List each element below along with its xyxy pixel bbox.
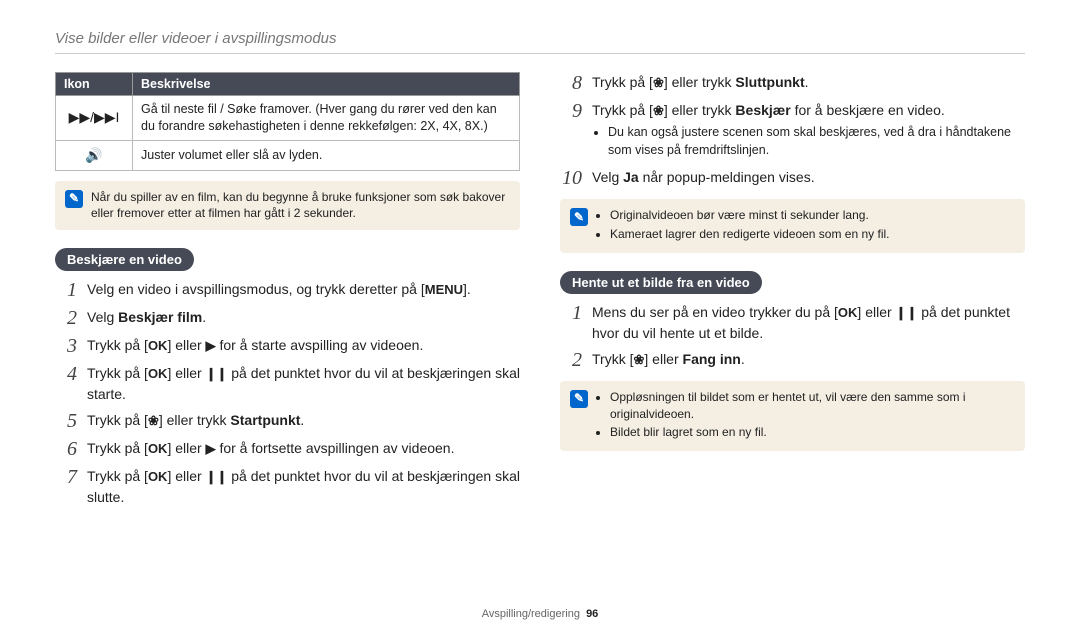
section-label-capture: Hente ut et bilde fra en video	[560, 271, 762, 294]
note-item: Bildet blir lagret som en ny fil.	[610, 424, 1015, 441]
play-icon: ▶	[206, 337, 216, 356]
step-body: Velg en video i avspillingsmodus, og try…	[87, 279, 520, 300]
step-number: 9	[560, 100, 582, 122]
ok-button-icon: OK	[148, 468, 168, 487]
step-number: 1	[55, 279, 77, 301]
note-item: Kameraet lagrer den redigerte videoen so…	[610, 226, 890, 243]
step-number: 6	[55, 438, 77, 460]
note-icon: ✎	[65, 190, 83, 208]
macro-button-icon: ❀	[653, 74, 664, 93]
step-body: Trykk på [OK] eller ❙❙ på det punktet hv…	[87, 363, 520, 404]
step-body: Trykk på [❀] eller trykk Beskjær for å b…	[592, 100, 1025, 161]
macro-button-icon: ❀	[148, 412, 159, 431]
note-list: Oppløsningen til bildet som er hentet ut…	[596, 389, 1015, 443]
step: 3 Trykk på [OK] eller ▶ for å starte avs…	[55, 335, 520, 357]
note-text: Når du spiller av en film, kan du begynn…	[91, 189, 510, 223]
step-number: 8	[560, 72, 582, 94]
note-item: Oppløsningen til bildet som er hentet ut…	[610, 389, 1015, 423]
pause-icon: ❙❙	[896, 304, 918, 323]
step-body: Velg Beskjær film.	[87, 307, 520, 327]
table-row: ▶▶/▶▶I Gå til neste fil / Søke framover.…	[56, 96, 520, 141]
step-number: 3	[55, 335, 77, 357]
ff-next-icon: ▶▶/▶▶I	[56, 96, 133, 141]
note-item: Originalvideoen bør være minst ti sekund…	[610, 207, 890, 224]
step-number: 10	[560, 167, 582, 189]
note-list: Originalvideoen bør være minst ti sekund…	[596, 207, 890, 245]
table-header-icon: Ikon	[56, 73, 133, 96]
step: 9 Trykk på [❀] eller trykk Beskjær for å…	[560, 100, 1025, 161]
step-body: Trykk på [OK] eller ▶ for å starte avspi…	[87, 335, 520, 356]
step-number: 2	[55, 307, 77, 329]
note-box-playback: ✎ Når du spiller av en film, kan du begy…	[55, 181, 520, 231]
step: 6 Trykk på [OK] eller ▶ for å fortsette …	[55, 438, 520, 460]
step-body: Trykk på [OK] eller ▶ for å fortsette av…	[87, 438, 520, 459]
step-sub-bullets: Du kan også justere scenen som skal besk…	[592, 123, 1025, 159]
note-icon: ✎	[570, 390, 588, 408]
step-number: 7	[55, 466, 77, 488]
table-row: 🔊 Juster volumet eller slå av lyden.	[56, 140, 520, 170]
left-column: Ikon Beskrivelse ▶▶/▶▶I Gå til neste fil…	[55, 72, 520, 514]
step: 4 Trykk på [OK] eller ❙❙ på det punktet …	[55, 363, 520, 404]
pause-icon: ❙❙	[206, 365, 228, 384]
table-header-desc: Beskrivelse	[133, 73, 520, 96]
ok-button-icon: OK	[148, 337, 168, 356]
table-cell-desc: Gå til neste fil / Søke framover. (Hver …	[133, 96, 520, 141]
table-cell-desc: Juster volumet eller slå av lyden.	[133, 140, 520, 170]
step-number: 1	[560, 302, 582, 324]
step: 8 Trykk på [❀] eller trykk Sluttpunkt.	[560, 72, 1025, 94]
icon-description-table: Ikon Beskrivelse ▶▶/▶▶I Gå til neste fil…	[55, 72, 520, 171]
menu-button-icon: MENU	[425, 281, 463, 300]
ok-button-icon: OK	[148, 440, 168, 459]
footer-page-number: 96	[586, 608, 598, 620]
step-body: Trykk [❀] eller Fang inn.	[592, 349, 1025, 370]
trim-steps-cont: 8 Trykk på [❀] eller trykk Sluttpunkt. 9…	[560, 72, 1025, 189]
step-number: 5	[55, 410, 77, 432]
play-icon: ▶	[206, 440, 216, 459]
step-body: Velg Ja når popup-meldingen vises.	[592, 167, 1025, 187]
step: 2 Velg Beskjær film.	[55, 307, 520, 329]
step-number: 4	[55, 363, 77, 385]
step-body: Mens du ser på en video trykker du på [O…	[592, 302, 1025, 343]
section-label-trim: Beskjære en video	[55, 248, 194, 271]
sub-bullet: Du kan også justere scenen som skal besk…	[608, 123, 1025, 159]
step-body: Trykk på [OK] eller ❙❙ på det punktet hv…	[87, 466, 520, 507]
step: 1 Velg en video i avspillingsmodus, og t…	[55, 279, 520, 301]
step: 5 Trykk på [❀] eller trykk Startpunkt.	[55, 410, 520, 432]
ok-button-icon: OK	[838, 304, 858, 323]
page-title: Vise bilder eller videoer i avspillingsm…	[55, 30, 1025, 54]
step-body: Trykk på [❀] eller trykk Startpunkt.	[87, 410, 520, 431]
note-icon: ✎	[570, 208, 588, 226]
macro-button-icon: ❀	[653, 102, 664, 121]
right-column: 8 Trykk på [❀] eller trykk Sluttpunkt. 9…	[560, 72, 1025, 514]
step: 2 Trykk [❀] eller Fang inn.	[560, 349, 1025, 371]
macro-button-icon: ❀	[633, 351, 644, 370]
step-body: Trykk på [❀] eller trykk Sluttpunkt.	[592, 72, 1025, 93]
step: 7 Trykk på [OK] eller ❙❙ på det punktet …	[55, 466, 520, 507]
footer-section: Avspilling/redigering	[482, 608, 580, 620]
step: 1 Mens du ser på en video trykker du på …	[560, 302, 1025, 343]
pause-icon: ❙❙	[206, 468, 228, 487]
volume-icon: 🔊	[56, 140, 133, 170]
step: 10 Velg Ja når popup-meldingen vises.	[560, 167, 1025, 189]
note-box-trim: ✎ Originalvideoen bør være minst ti seku…	[560, 199, 1025, 253]
ok-button-icon: OK	[148, 365, 168, 384]
trim-steps: 1 Velg en video i avspillingsmodus, og t…	[55, 279, 520, 507]
page-footer: Avspilling/redigering 96	[0, 608, 1080, 620]
step-number: 2	[560, 349, 582, 371]
note-box-capture: ✎ Oppløsningen til bildet som er hentet …	[560, 381, 1025, 451]
capture-steps: 1 Mens du ser på en video trykker du på …	[560, 302, 1025, 371]
